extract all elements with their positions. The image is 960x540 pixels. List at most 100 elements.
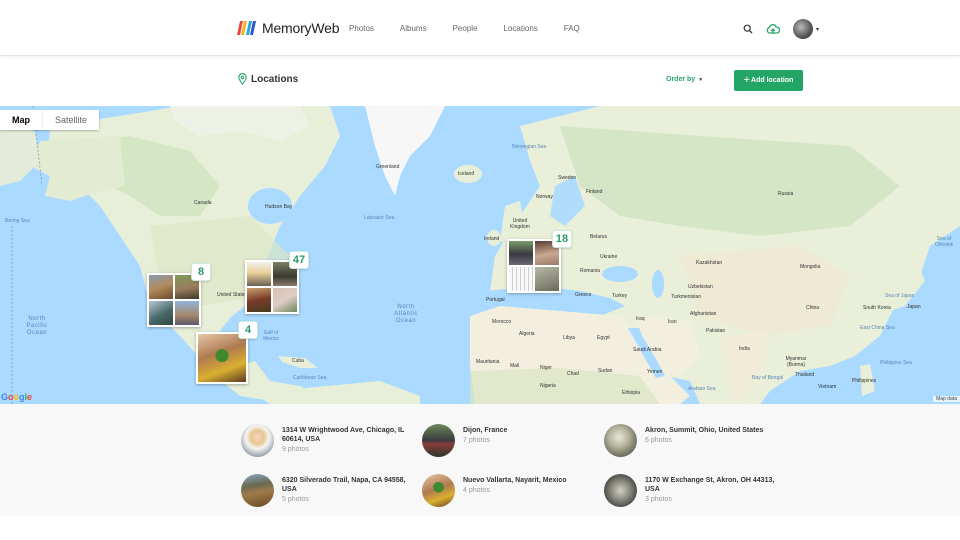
map-label: Mongolia: [800, 264, 821, 270]
memoryweb-logo-icon: [237, 21, 257, 35]
map-label: Thailand: [795, 372, 815, 378]
order-by-label: Order by: [666, 76, 696, 83]
cluster-thumbnail: [535, 267, 559, 291]
map-label: Arabian Sea: [688, 386, 716, 392]
location-photo-count: 4 photos: [463, 487, 490, 494]
map-label: Niger: [540, 365, 552, 371]
map-data-attribution-link[interactable]: Map data: [933, 396, 960, 402]
map-label: Bay of Bengal: [752, 375, 784, 381]
cluster-thumbnail: [198, 334, 246, 382]
page-footer-space: [0, 516, 960, 540]
location-item[interactable]: Nuevo Vallarta, Nayarit, Mexico 4 photos: [422, 474, 603, 507]
location-thumbnail: [241, 424, 274, 457]
top-navbar: MemoryWeb Photos Albums People Locations…: [0, 0, 960, 56]
location-item[interactable]: 1170 W Exchange St, Akron, OH 44313, USA…: [604, 474, 785, 507]
map-label: Gulf of Mexico: [263, 330, 279, 342]
map-view[interactable]: Map Satellite Greenland Iceland Canada H…: [0, 106, 960, 404]
map-label: Sudan: [598, 368, 613, 374]
map-label: India: [739, 346, 750, 352]
location-thumbnail: [422, 474, 455, 507]
nav-albums[interactable]: Albums: [400, 24, 427, 33]
order-by-dropdown[interactable]: Order by ▼: [666, 76, 703, 83]
location-item[interactable]: Dijon, France 7 photos: [422, 424, 603, 457]
cluster-thumbnail: [175, 301, 199, 325]
nav-photos[interactable]: Photos: [349, 24, 374, 33]
map-label: Mali: [510, 363, 520, 369]
nav-locations[interactable]: Locations: [504, 24, 538, 33]
map-label: Iraq: [636, 316, 645, 322]
map-label: China: [806, 305, 820, 311]
location-pin-icon: [238, 73, 247, 85]
map-type-toggle: Map Satellite: [0, 110, 100, 130]
map-label: Norwegian Sea: [512, 144, 547, 150]
map-label: Canada: [194, 200, 212, 206]
chevron-down-icon: ▼: [698, 77, 704, 83]
map-label: Bering Sea: [5, 218, 30, 224]
map-label: Nigeria: [540, 383, 556, 389]
map-label: Philippines: [852, 378, 877, 384]
main-nav: Photos Albums People Locations FAQ: [349, 24, 606, 33]
map-label: Greece: [575, 292, 592, 298]
cluster-count-badge[interactable]: 47: [289, 251, 309, 269]
app-name: MemoryWeb: [262, 20, 340, 36]
map-label: Ukraine: [600, 254, 618, 260]
cluster-thumbnail: [149, 301, 173, 325]
location-name: Akron, Summit, Ohio, United States: [645, 427, 764, 434]
map-label: Philippine Sea: [880, 360, 912, 366]
location-item[interactable]: Akron, Summit, Ohio, United States 6 pho…: [604, 424, 785, 457]
nav-people[interactable]: People: [453, 24, 478, 33]
map-label: Norway: [536, 194, 553, 200]
map-label: Uzbekistan: [688, 284, 713, 290]
map-label: Cuba: [292, 358, 304, 364]
map-type-satellite-button[interactable]: Satellite: [43, 110, 99, 130]
map-label: Saudi Arabia: [633, 347, 662, 353]
location-photo-count: 3 photos: [645, 496, 672, 503]
map-label: Greenland: [376, 164, 400, 170]
map-label: United Kingdom: [510, 218, 530, 230]
map-label: Sea of Okhotsk: [934, 236, 954, 248]
map-label: Egypt: [597, 335, 610, 341]
photo-cluster-west-us[interactable]: [147, 273, 201, 327]
plus-icon: +: [743, 74, 751, 86]
map-label: Hudson Bay: [265, 204, 293, 210]
map-label: Mauritania: [476, 359, 500, 365]
cloud-upload-icon[interactable]: [765, 22, 781, 36]
location-photo-count: 6 photos: [645, 437, 672, 444]
location-item[interactable]: 6320 Silverado Trail, Napa, CA 94558, US…: [241, 474, 422, 507]
map-label: Sweden: [558, 175, 577, 181]
map-label: Myanmar (Burma): [785, 356, 807, 368]
map-label: Caribbean Sea: [293, 375, 327, 381]
map-label: East China Sea: [860, 325, 895, 331]
cluster-count-badge[interactable]: 8: [191, 263, 211, 281]
cluster-thumbnail: [509, 241, 533, 265]
add-location-button[interactable]: + Add location: [734, 70, 803, 91]
location-item[interactable]: 1314 W Wrightwood Ave, Chicago, IL 60614…: [241, 424, 422, 457]
location-thumbnail: [241, 474, 274, 507]
map-label: Iceland: [458, 171, 475, 177]
map-label: Sea of Japan: [885, 293, 915, 299]
map-label: Finland: [586, 189, 603, 195]
cluster-count-badge[interactable]: 18: [552, 230, 572, 248]
location-thumbnail: [604, 424, 637, 457]
map-label: Portugal: [486, 297, 505, 303]
cluster-count-badge[interactable]: 4: [238, 321, 258, 339]
account-dropdown-caret-icon[interactable]: ▾: [816, 26, 819, 33]
location-photo-count: 7 photos: [463, 437, 490, 444]
map-label: Ethiopia: [622, 390, 641, 396]
cluster-thumbnail: [247, 288, 271, 312]
map-label: Morocco: [492, 319, 512, 325]
logo[interactable]: MemoryWeb: [237, 20, 339, 36]
nav-faq[interactable]: FAQ: [564, 24, 580, 33]
google-logo: Google: [1, 392, 33, 402]
cluster-thumbnail: [149, 275, 173, 299]
photo-cluster-mexico[interactable]: [196, 332, 248, 384]
location-photo-count: 5 photos: [282, 496, 309, 503]
page-header: [0, 56, 960, 106]
search-icon[interactable]: [741, 22, 755, 36]
cluster-thumbnail: [247, 262, 271, 286]
page-title-text: Locations: [251, 73, 299, 85]
map-label: Ireland: [484, 236, 500, 242]
user-avatar[interactable]: [793, 19, 813, 39]
map-type-map-button[interactable]: Map: [0, 110, 43, 130]
add-location-label: Add location: [751, 77, 794, 84]
